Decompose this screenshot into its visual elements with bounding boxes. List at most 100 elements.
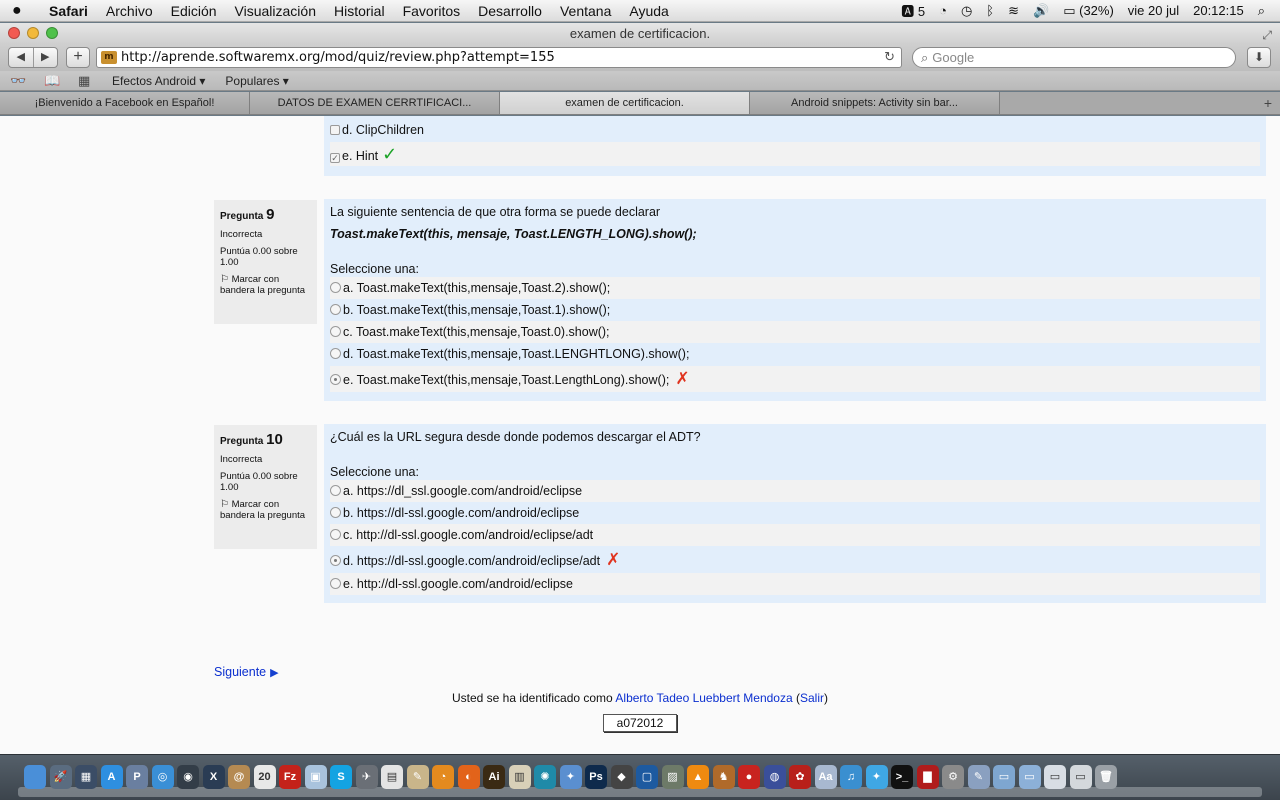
address-bar[interactable]: m http://aprende.softwaremx.org/mod/quiz… <box>96 47 902 68</box>
system-preferences-icon[interactable]: ⚙ <box>942 765 964 789</box>
illustrator-icon[interactable]: Ai <box>483 765 505 789</box>
spotlight-icon[interactable]: ⌕ <box>1251 3 1272 19</box>
bluetooth-icon[interactable]: ᛒ <box>979 3 1001 18</box>
camera-icon[interactable]: ◉ <box>177 765 199 789</box>
dictionary-icon[interactable]: Aa <box>814 765 837 789</box>
wifi-icon[interactable]: ≋ <box>1001 3 1026 19</box>
add-bookmark-button[interactable]: + <box>66 47 90 68</box>
photo-booth-icon[interactable]: ▇ <box>916 765 939 789</box>
new-tab-button[interactable]: + <box>1256 92 1280 114</box>
forward-button[interactable]: ▶ <box>32 48 58 67</box>
x11-icon[interactable]: X <box>202 765 225 789</box>
answer-option[interactable]: d. Toast.makeText(this,mensaje,Toast.LEN… <box>330 343 1260 365</box>
network-icon[interactable]: ◍ <box>763 765 786 789</box>
stack-folder-icon[interactable]: ▭ <box>1069 765 1092 789</box>
bookmark-efectos-android[interactable]: Efectos Android ▾ <box>102 74 215 88</box>
menu-favoritos[interactable]: Favoritos <box>394 3 470 19</box>
angry-birds-red-icon[interactable]: ● <box>738 765 760 789</box>
twitter-icon[interactable]: ✦ <box>865 765 888 789</box>
clock-date[interactable]: vie 20 jul <box>1121 3 1186 18</box>
answer-radio[interactable] <box>330 485 341 496</box>
clock-time[interactable]: 20:12:15 <box>1186 3 1251 18</box>
answer-radio[interactable] <box>330 326 341 337</box>
itunes-icon[interactable]: ♫ <box>840 765 862 789</box>
photo-icon[interactable]: ▨ <box>661 765 684 789</box>
safari-icon[interactable]: ◎ <box>151 765 174 789</box>
answer-option[interactable]: e. http://dl-ssl.google.com/android/ecli… <box>330 573 1260 595</box>
notification-icon[interactable]: ◔ <box>932 3 954 18</box>
applications-folder-icon[interactable]: ▭ <box>993 765 1015 789</box>
answer-checkbox[interactable]: ✓ <box>330 153 340 163</box>
answer-option[interactable]: e. Toast.makeText(this,mensaje,Toast.Len… <box>330 366 1260 392</box>
menu-ventana[interactable]: Ventana <box>551 3 620 19</box>
answer-option[interactable]: c. http://dl-ssl.google.com/android/ecli… <box>330 524 1260 546</box>
answer-option[interactable]: d. ClipChildren <box>330 119 1260 141</box>
next-page-link[interactable]: Siguiente ▶ <box>214 665 279 679</box>
menu-visualizacion[interactable]: Visualización <box>226 3 325 19</box>
tab-facebook[interactable]: ¡Bienvenido a Facebook en Español! <box>0 92 250 114</box>
launchpad-icon[interactable]: 🚀 <box>49 765 72 789</box>
volume-icon[interactable]: 🔊 <box>1026 3 1056 19</box>
back-button[interactable]: ◀ <box>9 48 33 67</box>
search-field[interactable]: ⌕ Google <box>912 47 1236 68</box>
answer-radio[interactable] <box>330 304 341 315</box>
reading-list-icon[interactable]: 👓 <box>10 73 34 89</box>
zoom-window-button[interactable] <box>46 27 58 39</box>
app-store-icon[interactable]: A <box>100 765 123 789</box>
mission-control-icon[interactable]: ▦ <box>75 765 97 789</box>
close-window-button[interactable] <box>8 27 20 39</box>
blender-icon[interactable]: ◔ <box>432 765 454 789</box>
bookmark-populares[interactable]: Populares ▾ <box>215 74 298 88</box>
answer-checkbox[interactable] <box>330 125 340 135</box>
vlc-icon[interactable]: ▲ <box>687 765 709 789</box>
plant-icon[interactable]: ✿ <box>789 765 811 789</box>
virtualbox-icon[interactable]: ▢ <box>636 765 658 789</box>
skype-icon[interactable]: S <box>330 765 352 789</box>
answer-option[interactable]: b. https://dl-ssl.google.com/android/ecl… <box>330 502 1260 524</box>
calendar-icon[interactable]: 20 <box>253 765 276 789</box>
adobe-status[interactable]: 🅰 5 <box>894 1 932 20</box>
url-text[interactable]: http://aprende.softwaremx.org/mod/quiz/r… <box>121 48 555 67</box>
writing-icon[interactable]: ✎ <box>406 765 429 789</box>
bookmarks-book-icon[interactable]: 📖 <box>44 73 68 89</box>
answer-radio[interactable] <box>330 555 341 566</box>
finder-icon[interactable] <box>24 765 46 789</box>
globe-icon[interactable]: ✺ <box>534 765 556 789</box>
script-editor-icon[interactable]: ✎ <box>967 765 990 789</box>
downloads-folder-icon[interactable]: ▭ <box>1018 765 1041 789</box>
reload-icon[interactable]: ↻ <box>884 48 895 67</box>
menu-desarrollo[interactable]: Desarrollo <box>469 3 551 19</box>
answer-option[interactable]: d. https://dl-ssl.google.com/android/ecl… <box>330 547 1260 573</box>
tab-android-snippets[interactable]: Android snippets: Activity sin bar... <box>750 92 1000 114</box>
answer-radio[interactable] <box>330 374 341 385</box>
top-sites-icon[interactable]: ▦ <box>78 73 102 89</box>
minimize-window-button[interactable] <box>27 27 39 39</box>
user-profile-link[interactable]: Alberto Tadeo Luebbert Mendoza <box>615 691 792 705</box>
firefox-icon[interactable]: ◐ <box>457 765 480 789</box>
answer-option[interactable]: ✓ e. Hint ✓ <box>330 142 1260 166</box>
tab-examen-certificacion[interactable]: examen de certificacion. <box>500 92 750 114</box>
terminal-icon[interactable]: >_ <box>891 765 913 789</box>
fullscreen-icon[interactable]: ⤢ <box>1262 25 1272 46</box>
trash-icon[interactable]: 🗑 <box>1095 765 1117 789</box>
photoshop-icon[interactable]: Ps <box>585 765 607 789</box>
documents-folder-icon[interactable]: ▭ <box>1044 765 1066 789</box>
unity-icon[interactable]: ◆ <box>610 765 633 789</box>
xcode-tools-icon[interactable]: ✈ <box>355 765 378 789</box>
answer-option[interactable]: a. Toast.makeText(this,mensaje,Toast.2).… <box>330 277 1260 299</box>
menu-edicion[interactable]: Edición <box>162 3 226 19</box>
menu-historial[interactable]: Historial <box>325 3 394 19</box>
answer-radio[interactable] <box>330 578 341 589</box>
answer-option[interactable]: b. Toast.makeText(this,mensaje,Toast.1).… <box>330 299 1260 321</box>
angry-birds-icon[interactable]: ✦ <box>559 765 582 789</box>
address-book-icon[interactable]: @ <box>228 765 250 789</box>
answer-option[interactable]: c. Toast.makeText(this,mensaje,Toast.0).… <box>330 321 1260 343</box>
document-icon[interactable]: ▤ <box>381 765 403 789</box>
tab-datos-examen[interactable]: DATOS DE EXAMEN CERRTIFICACI... <box>250 92 500 114</box>
answer-radio[interactable] <box>330 282 341 293</box>
answer-radio[interactable] <box>330 529 341 540</box>
apple-menu-icon[interactable]: ● <box>12 2 40 20</box>
battery-status[interactable]: ▭ (32%) <box>1056 3 1121 19</box>
flag-question-link[interactable]: ⚐ Marcar con bandera la pregunta <box>220 499 311 521</box>
filezilla-icon[interactable]: Fz <box>279 765 301 789</box>
